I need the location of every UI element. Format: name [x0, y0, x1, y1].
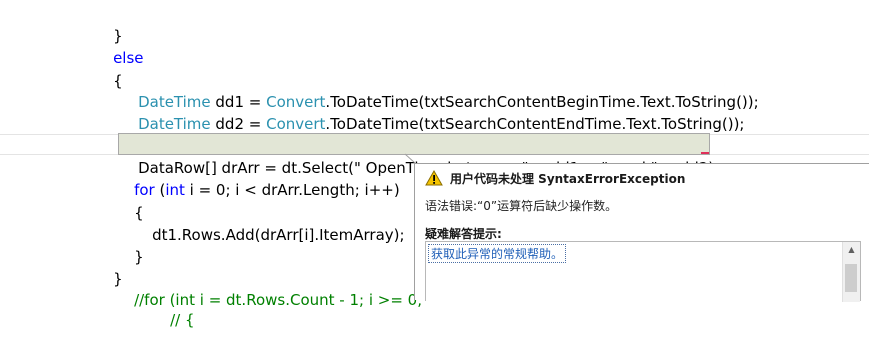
dialog-title: 用户代码未处理 SyntaxErrorException: [450, 172, 686, 186]
general-help-link[interactable]: 获取此异常的常规帮助。: [428, 244, 567, 263]
code-line-7: for (int i = 0; i < drArr.Length; i++): [115, 154, 400, 199]
warning-icon: [425, 169, 443, 186]
error-squiggle: [701, 152, 709, 154]
dialog-header: 用户代码未处理 SyntaxErrorException: [415, 164, 869, 192]
type-datetime: DateTime: [138, 115, 211, 133]
code-text: dt1.Rows.Add(drArr[i].ItemArray);: [152, 226, 405, 244]
type-convert: Convert: [266, 115, 326, 133]
code-line-13: // {: [151, 284, 194, 329]
code-line-1: }: [94, 0, 123, 45]
comment-text: // {: [170, 311, 195, 329]
troubleshooting-tips-list[interactable]: 获取此异常的常规帮助。 ▲: [425, 241, 861, 302]
code-line-10: }: [115, 221, 144, 266]
code-text: .ToDateTime(txtSearchContentEndTime.Text…: [325, 115, 745, 133]
code-line-6: DataRow[] drArr = dt.Select(" OpenTime b…: [119, 132, 719, 177]
tips-scrollbar[interactable]: ▲: [842, 242, 860, 302]
code-line-9: dt1.Rows.Add(drArr[i].ItemArray);: [133, 199, 405, 244]
exception-message: 语法错误:“0”运算符后缺少操作数。: [425, 199, 618, 213]
code-text: dd2 =: [210, 115, 267, 133]
troubleshooting-tips-heading: 疑难解答提示:: [425, 227, 502, 241]
code-line-2: else: [94, 22, 143, 67]
keyword-int: int: [165, 181, 185, 199]
scroll-thumb[interactable]: [845, 264, 857, 292]
code-text: i = 0; i < drArr.Length; i++): [184, 181, 400, 199]
code-text: (: [154, 181, 166, 199]
code-line-4: DateTime dd1 = Convert.ToDateTime(txtSea…: [119, 66, 759, 111]
code-line-8: {: [115, 177, 144, 222]
exception-assistant-dialog[interactable]: 用户代码未处理 SyntaxErrorException 语法错误:“0”运算符…: [414, 163, 869, 302]
scroll-up-arrow-icon[interactable]: ▲: [843, 242, 860, 258]
code-line-5: DateTime dd2 = Convert.ToDateTime(txtSea…: [119, 88, 744, 133]
